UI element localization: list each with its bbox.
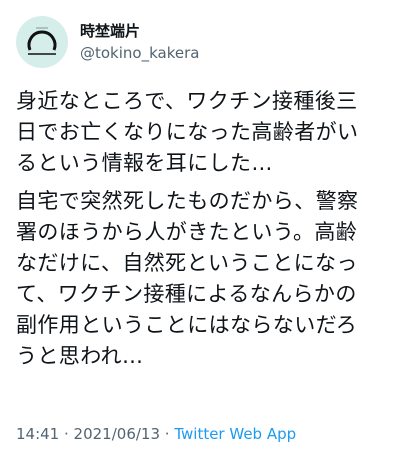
tweet-time[interactable]: 14:41 <box>16 425 59 443</box>
tweet-paragraph: 身近なところで、ワクチン接種後三 日でお亡くなりになった高齢者がい るという情報… <box>16 89 359 175</box>
tweet-date[interactable]: 2021/06/13 <box>74 425 160 443</box>
tweet-meta: 14:41 · 2021/06/13 · Twitter Web App <box>16 424 296 444</box>
avatar[interactable] <box>16 16 68 68</box>
display-name[interactable]: 時埜端片 <box>80 21 199 41</box>
tweet-text: 身近なところで、ワクチン接種後三 日でお亡くなりになった高齢者がい るという情報… <box>16 86 396 372</box>
tweet-source-link[interactable]: Twitter Web App <box>174 425 296 443</box>
meta-separator: · <box>160 425 175 443</box>
tweet-header: 時埜端片 @tokino_kakera <box>16 16 199 68</box>
circle-ring-avatar-icon <box>27 27 57 55</box>
tweet-paragraph: 自宅で突然死したものだから、警察 署のほうから人がきたという。高齢 なだけに、自… <box>16 189 359 368</box>
user-names: 時埜端片 @tokino_kakera <box>80 21 199 63</box>
user-handle[interactable]: @tokino_kakera <box>80 43 199 63</box>
tweet-card: 時埜端片 @tokino_kakera 身近なところで、ワクチン接種後三 日でお… <box>0 0 410 460</box>
meta-separator: · <box>59 425 74 443</box>
